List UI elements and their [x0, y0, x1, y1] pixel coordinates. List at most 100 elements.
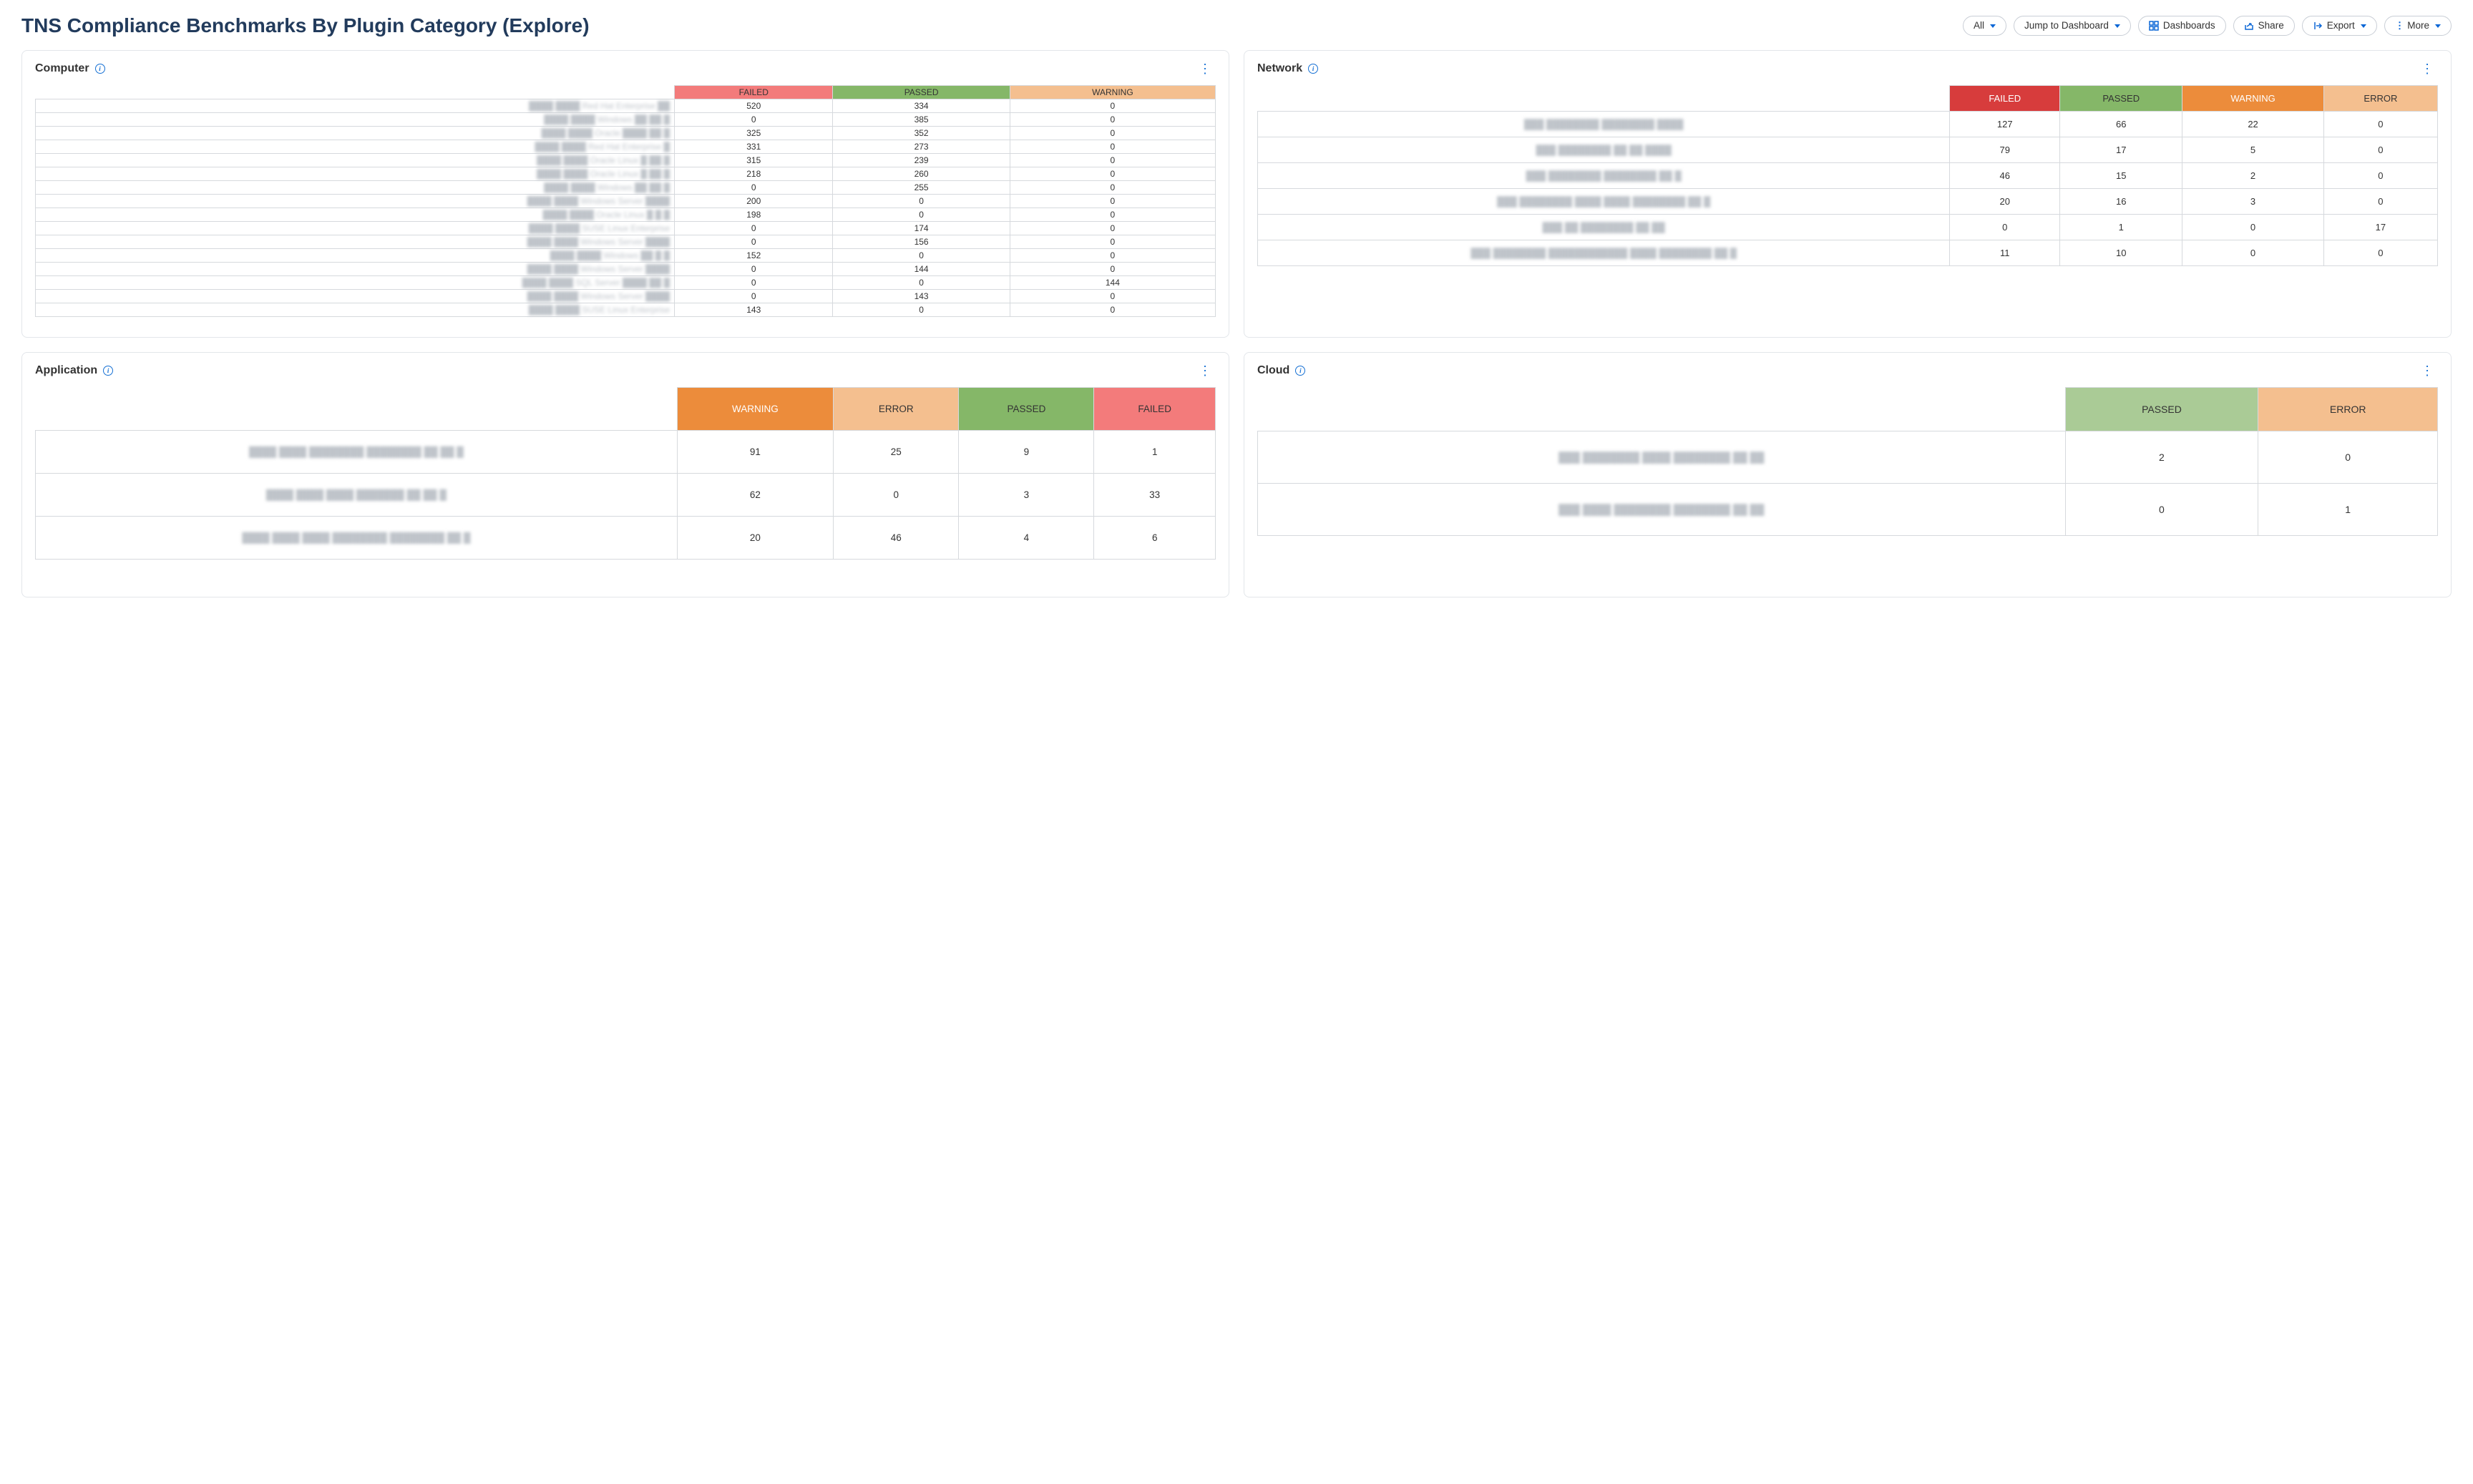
export-button[interactable]: Export: [2302, 16, 2377, 36]
cell-value[interactable]: 0: [2323, 189, 2437, 215]
table-row[interactable]: ████ ████ Oracle Linux █ ██ █2182600: [36, 167, 1216, 181]
cell-value[interactable]: 0: [675, 263, 833, 276]
cell-value[interactable]: 0: [675, 181, 833, 195]
info-icon[interactable]: i: [103, 366, 113, 376]
cell-value[interactable]: 10: [2060, 240, 2182, 266]
cell-value[interactable]: 0: [2258, 431, 2438, 484]
cell-value[interactable]: 15: [2060, 163, 2182, 189]
cell-value[interactable]: 273: [833, 140, 1010, 154]
cell-value[interactable]: 331: [675, 140, 833, 154]
cell-value[interactable]: 0: [1010, 127, 1215, 140]
table-row[interactable]: ████ ████ Windows ██ ██ █02550: [36, 181, 1216, 195]
table-row[interactable]: ████ ████ Red Hat Enterprise ██5203340: [36, 99, 1216, 113]
cell-value[interactable]: 22: [2182, 112, 2324, 137]
cell-value[interactable]: 5: [2182, 137, 2324, 163]
cell-value[interactable]: 0: [833, 303, 1010, 317]
table-row[interactable]: ███ ████ ████████ ████████ ██ ██01: [1258, 484, 2438, 536]
cell-value[interactable]: 144: [833, 263, 1010, 276]
cell-value[interactable]: 2: [2065, 431, 2258, 484]
cell-value[interactable]: 0: [675, 113, 833, 127]
panel-application-menu[interactable]: ⋮: [1194, 364, 1216, 377]
cell-value[interactable]: 0: [1010, 235, 1215, 249]
column-header[interactable]: ERROR: [833, 388, 959, 431]
info-icon[interactable]: i: [1308, 64, 1318, 74]
cell-value[interactable]: 4: [959, 517, 1094, 560]
cell-value[interactable]: 0: [1010, 263, 1215, 276]
cell-value[interactable]: 200: [675, 195, 833, 208]
cell-value[interactable]: 0: [1010, 222, 1215, 235]
cell-value[interactable]: 0: [2323, 240, 2437, 266]
cell-value[interactable]: 17: [2060, 137, 2182, 163]
cell-value[interactable]: 0: [2323, 163, 2437, 189]
cell-value[interactable]: 0: [1010, 167, 1215, 181]
cell-value[interactable]: 6: [1094, 517, 1216, 560]
cell-value[interactable]: 0: [675, 276, 833, 290]
cell-value[interactable]: 520: [675, 99, 833, 113]
column-header[interactable]: FAILED: [1950, 86, 2060, 112]
table-row[interactable]: ████ ████ Windows Server ████01560: [36, 235, 1216, 249]
cell-value[interactable]: 1: [2258, 484, 2438, 536]
cell-value[interactable]: 0: [1010, 154, 1215, 167]
cell-value[interactable]: 66: [2060, 112, 2182, 137]
cell-value[interactable]: 0: [675, 235, 833, 249]
cell-value[interactable]: 0: [833, 208, 1010, 222]
table-row[interactable]: ████ ████ SQL Server ████ ██ █00144: [36, 276, 1216, 290]
panel-computer-menu[interactable]: ⋮: [1194, 62, 1216, 75]
cell-value[interactable]: 0: [2323, 137, 2437, 163]
cell-value[interactable]: 46: [833, 517, 959, 560]
cell-value[interactable]: 0: [1010, 113, 1215, 127]
column-header[interactable]: PASSED: [2065, 388, 2258, 431]
cell-value[interactable]: 20: [677, 517, 833, 560]
cell-value[interactable]: 0: [833, 276, 1010, 290]
cell-value[interactable]: 143: [675, 303, 833, 317]
column-header[interactable]: ERROR: [2323, 86, 2437, 112]
cell-value[interactable]: 0: [2182, 215, 2324, 240]
cell-value[interactable]: 3: [959, 474, 1094, 517]
cell-value[interactable]: 152: [675, 249, 833, 263]
cell-value[interactable]: 315: [675, 154, 833, 167]
cell-value[interactable]: 1: [1094, 431, 1216, 474]
column-header[interactable]: WARNING: [677, 388, 833, 431]
table-row[interactable]: ████ ████ Oracle Linux █ █ █19800: [36, 208, 1216, 222]
table-row[interactable]: ████ ████ SUSE Linux Enterprise14300: [36, 303, 1216, 317]
table-row[interactable]: ████ ████ Windows Server ████20000: [36, 195, 1216, 208]
cell-value[interactable]: 260: [833, 167, 1010, 181]
cell-value[interactable]: 17: [2323, 215, 2437, 240]
cell-value[interactable]: 325: [675, 127, 833, 140]
cell-value[interactable]: 20: [1950, 189, 2060, 215]
column-header[interactable]: FAILED: [675, 86, 833, 99]
table-row[interactable]: ███ ████████ ████████████ ████ ████████ …: [1258, 240, 2438, 266]
dashboards-button[interactable]: Dashboards: [2138, 16, 2226, 36]
cell-value[interactable]: 0: [1010, 290, 1215, 303]
cell-value[interactable]: 156: [833, 235, 1010, 249]
cell-value[interactable]: 0: [833, 195, 1010, 208]
table-row[interactable]: ███ ████████ ██ ██ ████791750: [1258, 137, 2438, 163]
cell-value[interactable]: 255: [833, 181, 1010, 195]
table-row[interactable]: ███ ████████ ████ ████████ ██ ██20: [1258, 431, 2438, 484]
table-row[interactable]: ████ ████ Windows ██ █ █15200: [36, 249, 1216, 263]
info-icon[interactable]: i: [1295, 366, 1305, 376]
column-header[interactable]: FAILED: [1094, 388, 1216, 431]
column-header[interactable]: ERROR: [2258, 388, 2438, 431]
cell-value[interactable]: 143: [833, 290, 1010, 303]
cell-value[interactable]: 0: [2182, 240, 2324, 266]
cell-value[interactable]: 334: [833, 99, 1010, 113]
panel-network-menu[interactable]: ⋮: [2416, 62, 2438, 75]
table-row[interactable]: ███ ██ ████████ ██ ██01017: [1258, 215, 2438, 240]
cell-value[interactable]: 91: [677, 431, 833, 474]
column-header[interactable]: PASSED: [833, 86, 1010, 99]
filter-all-button[interactable]: All: [1963, 16, 2006, 36]
cell-value[interactable]: 144: [1010, 276, 1215, 290]
column-header[interactable]: PASSED: [2060, 86, 2182, 112]
cell-value[interactable]: 127: [1950, 112, 2060, 137]
cell-value[interactable]: 79: [1950, 137, 2060, 163]
cell-value[interactable]: 239: [833, 154, 1010, 167]
table-row[interactable]: ████ ████ Windows ██ ██ █03850: [36, 113, 1216, 127]
cell-value[interactable]: 33: [1094, 474, 1216, 517]
info-icon[interactable]: i: [95, 64, 105, 74]
cell-value[interactable]: 0: [1010, 99, 1215, 113]
table-row[interactable]: ███ ████████ ████ ████ ████████ ██ █2016…: [1258, 189, 2438, 215]
table-row[interactable]: ████ ████ Oracle Linux █ ██ █3152390: [36, 154, 1216, 167]
cell-value[interactable]: 2: [2182, 163, 2324, 189]
more-button[interactable]: ⋮ More: [2384, 16, 2452, 36]
